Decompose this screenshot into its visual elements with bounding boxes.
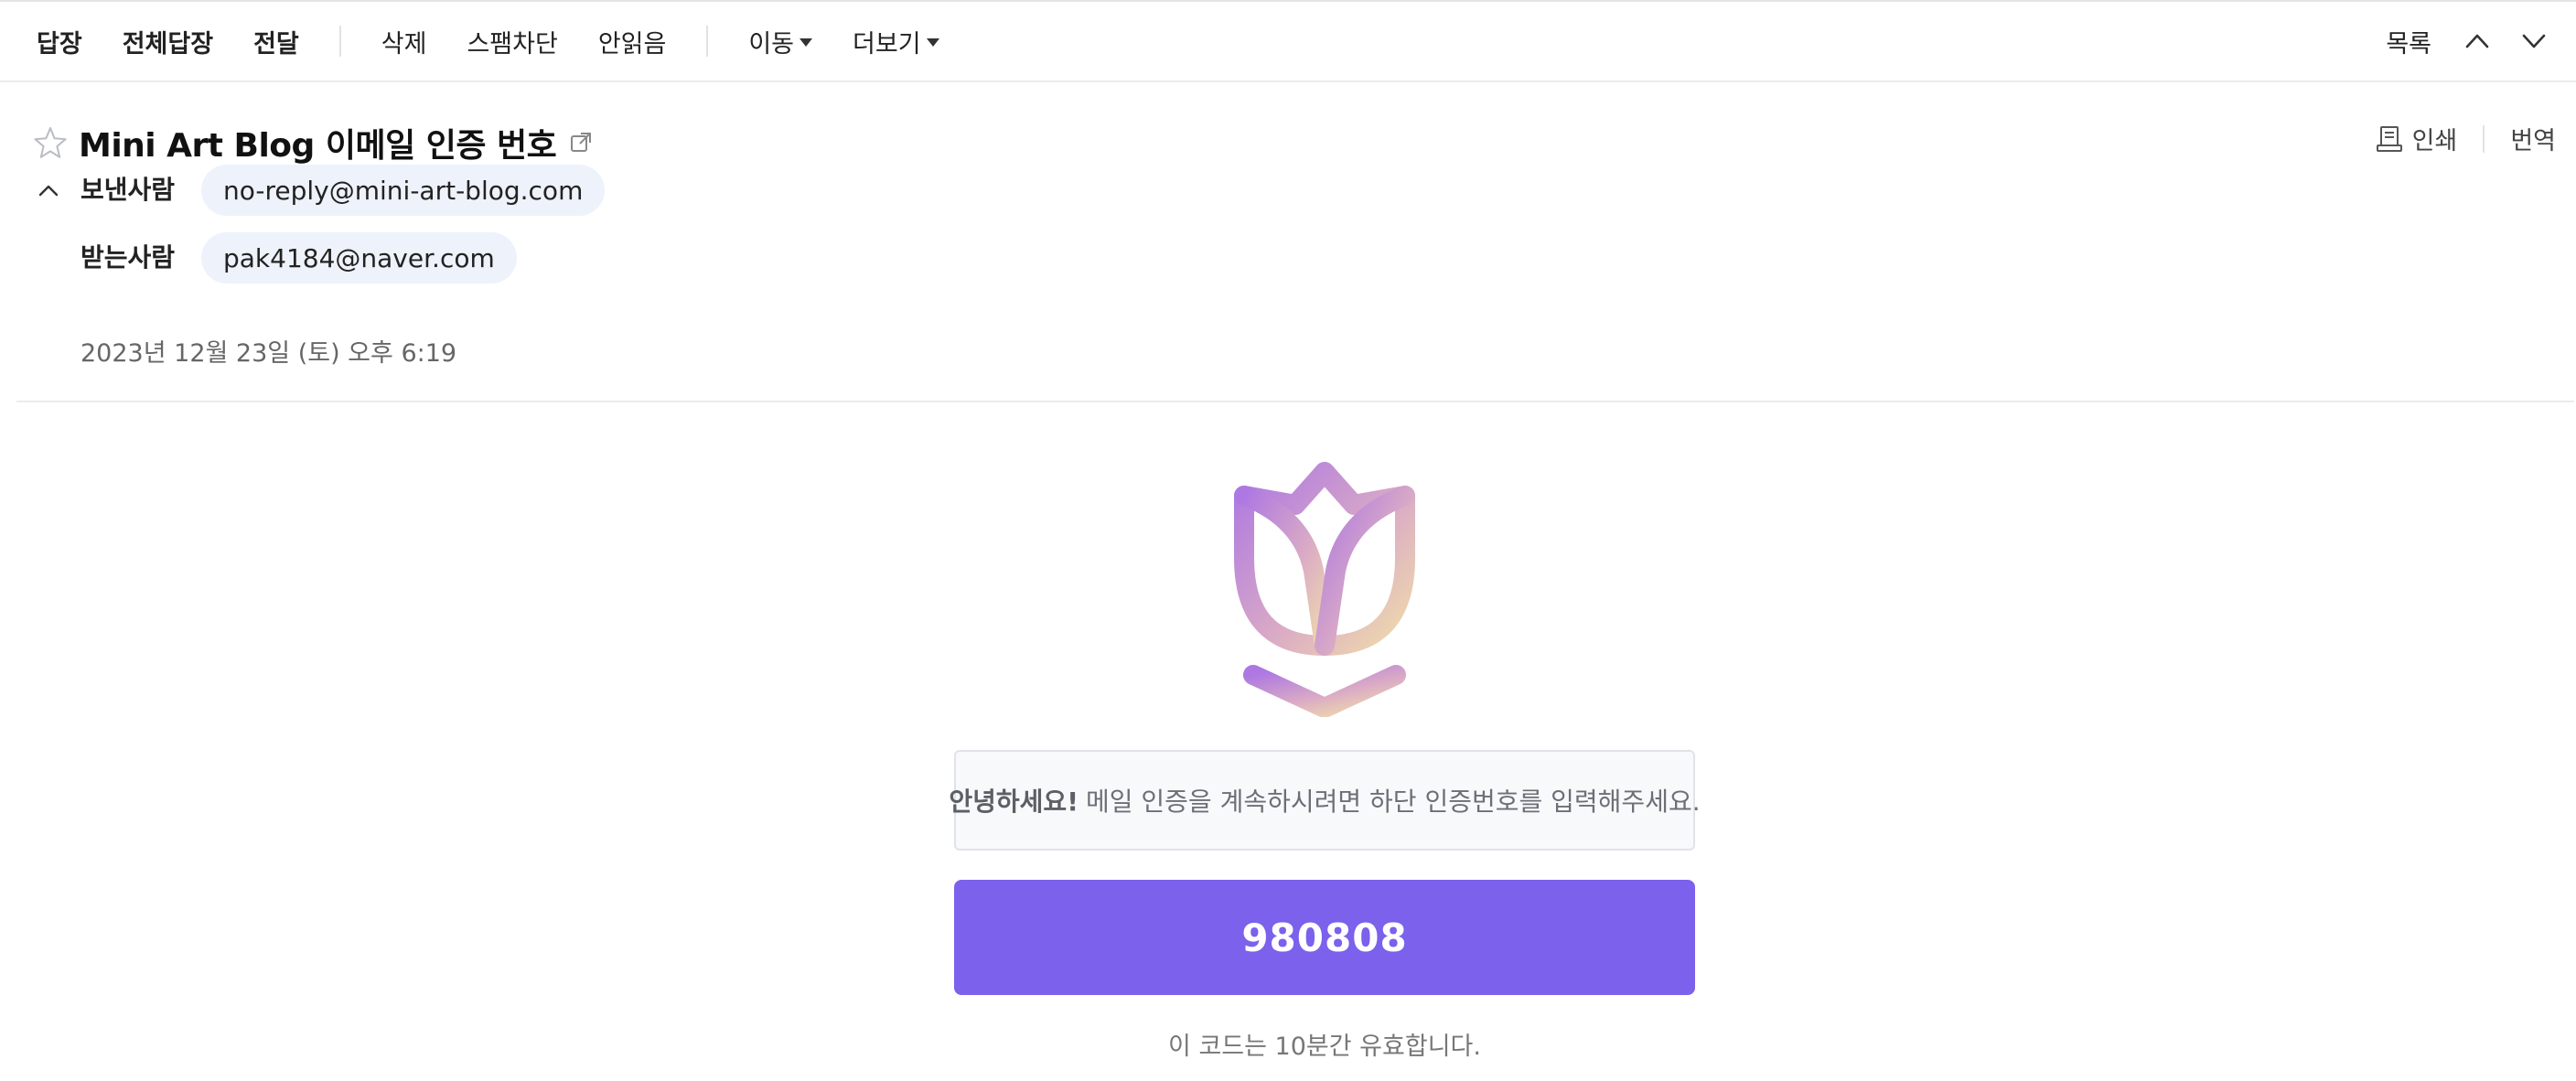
greeting-box: 안녕하세요! 메일 인증을 계속하시려면 하단 인증번호를 입력해주세요. [949,750,1701,851]
toolbar-actions: 답장 전체답장 전달 삭제 스팸차단 안읽음 이동 더보기 [0,2,980,80]
delete-button[interactable]: 삭제 [381,24,427,59]
code-validity-note: 이 코드는 10분간 유효합니다. [1168,1033,1481,1061]
previous-mail-button[interactable] [2463,27,2492,56]
subject-row: Mini Art Blog 이메일 인증 번호 [33,119,593,166]
sender-label: 보낸사람 [80,175,176,205]
chevron-down-icon [2522,34,2546,48]
open-new-window-icon[interactable] [569,131,593,155]
move-dropdown[interactable]: 이동 [748,24,813,59]
star-icon[interactable] [33,125,68,160]
toolbar-nav: 목록 [2386,2,2576,80]
header-divider [2483,124,2485,153]
print-label: 인쇄 [2411,127,2458,155]
header-divider [16,401,2574,402]
translate-button[interactable]: 번역 [2510,121,2556,156]
sender-address-chip[interactable]: no-reply@mini-art-blog.com [201,165,606,216]
reply-button[interactable]: 답장 [37,24,82,59]
tulip-icon [1234,462,1415,717]
chevron-up-icon [2465,34,2489,48]
mail-toolbar: 답장 전체답장 전달 삭제 스팸차단 안읽음 이동 더보기 목록 [0,0,2576,82]
reply-all-button[interactable]: 전체답장 [123,24,213,59]
forward-button[interactable]: 전달 [253,24,299,59]
mail-view: 답장 전체답장 전달 삭제 스팸차단 안읽음 이동 더보기 목록 Mini Ar… [0,0,2576,1081]
move-label: 이동 [748,29,795,59]
toolbar-divider [338,26,341,57]
print-button[interactable]: 인쇄 [2376,121,2458,156]
greeting-strong: 안녕하세요! [949,787,1079,817]
caret-down-icon [800,38,813,47]
next-mail-button[interactable] [2519,27,2549,56]
more-dropdown[interactable]: 더보기 [853,24,939,59]
spam-block-button[interactable]: 스팸차단 [467,24,557,59]
mail-subject: Mini Art Blog 이메일 인증 번호 [79,127,557,165]
recipient-address-chip[interactable]: pak4184@naver.com [201,232,517,284]
greeting-text: 메일 인증을 계속하시려면 하단 인증번호를 입력해주세요. [1085,787,1701,817]
chevron-up-icon[interactable] [37,179,60,203]
verification-code: 980808 [954,880,1695,995]
print-icon [2376,125,2402,152]
more-label: 더보기 [853,29,921,59]
caret-down-icon [926,38,939,47]
header-actions: 인쇄 번역 [2376,121,2556,156]
mail-date: 2023년 12월 23일 (토) 오후 6:19 [80,339,457,368]
toolbar-divider [706,26,709,57]
recipient-label: 받는사람 [80,242,176,273]
list-button[interactable]: 목록 [2386,24,2431,59]
mark-unread-button[interactable]: 안읽음 [598,24,667,59]
